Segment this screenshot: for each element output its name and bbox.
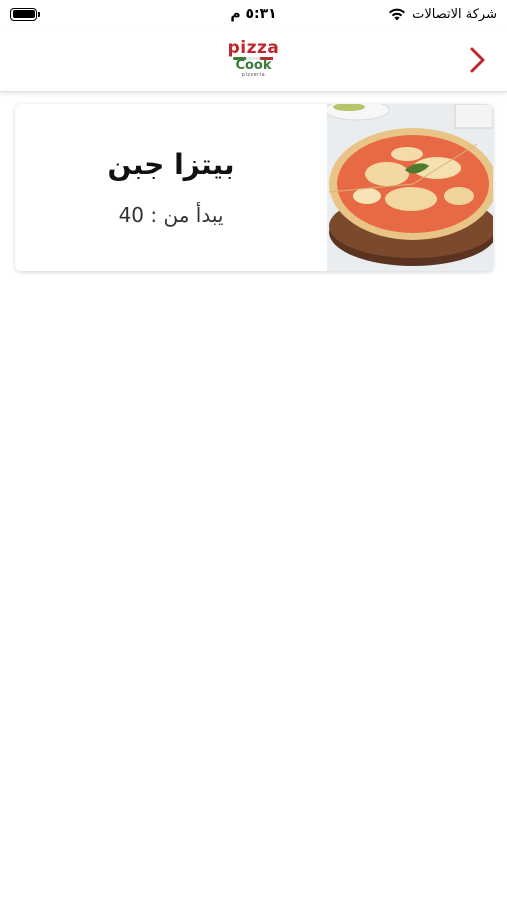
logo-middle-text: Cook — [235, 58, 272, 73]
carrier-name: شركة الاتصالات — [412, 6, 497, 22]
product-name: بيتزا جبن — [107, 148, 235, 181]
battery-icon — [10, 7, 40, 21]
app-header: pizza Cook pizzeria — [0, 28, 507, 92]
product-card[interactable]: بيتزا جبن يبدأ من : 40 — [15, 104, 493, 271]
product-price: يبدأ من : 40 — [118, 203, 224, 227]
status-bar: ٥:٣١ م شركة الاتصالات — [0, 0, 507, 28]
status-time: ٥:٣١ م — [230, 6, 277, 22]
cheese-pizza-image — [324, 104, 493, 271]
wifi-icon — [389, 8, 406, 21]
logo-top-text: pizza — [227, 38, 280, 58]
pizza-cook-logo: pizza Cook pizzeria — [228, 40, 280, 78]
chevron-right-icon — [470, 47, 485, 73]
logo-sub-text: pizzeria — [241, 72, 266, 78]
product-info: بيتزا جبن يبدأ من : 40 — [15, 104, 327, 271]
back-button[interactable] — [463, 42, 493, 78]
